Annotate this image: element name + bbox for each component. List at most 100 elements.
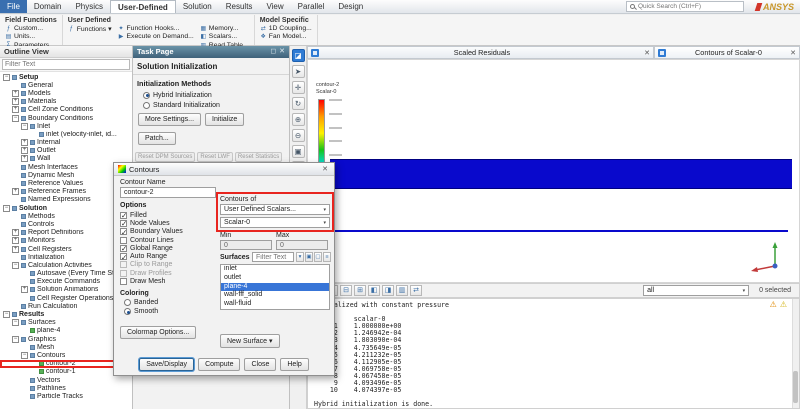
surface-select-all-icon[interactable]: ▣ — [305, 252, 313, 262]
console-panel[interactable]: initialized with constant pressure scala… — [307, 298, 800, 409]
ribbon-tab[interactable]: Results — [219, 0, 260, 13]
ribbon-tab[interactable]: File — [0, 0, 27, 13]
ribbon-tab[interactable]: Solution — [176, 0, 219, 13]
tree-item[interactable]: + Models — [0, 89, 132, 97]
graphics-window-tab-residuals[interactable]: Scaled Residuals — [307, 46, 654, 59]
units-button[interactable]: ▤ Units... — [5, 33, 55, 40]
tree-expander-icon[interactable]: − — [3, 311, 10, 319]
ribbon-tab[interactable]: View — [259, 0, 290, 13]
pan-icon[interactable]: ✛ — [291, 81, 305, 94]
ribbon-tab[interactable]: Design — [331, 0, 370, 13]
window-left-icon[interactable]: ◧ — [368, 285, 380, 296]
tree-filter-input[interactable] — [2, 59, 130, 70]
console-scrollbar[interactable] — [792, 299, 799, 408]
new-surface-button[interactable]: New Surface ▾ — [220, 334, 280, 348]
display-filter-dropdown[interactable]: all ▾ — [643, 285, 750, 296]
option-checkbox[interactable]: Contour Lines — [120, 236, 216, 244]
tree-expander-icon[interactable]: − — [12, 319, 19, 327]
zoom-out-icon[interactable]: ⊖ — [291, 129, 305, 142]
close-icon[interactable] — [320, 165, 330, 173]
tree-expander-icon[interactable]: − — [3, 73, 10, 81]
pointer-icon[interactable]: ➤ — [291, 65, 305, 78]
field-category-dropdown[interactable]: User Defined Scalars... — [220, 204, 330, 215]
option-checkbox[interactable]: Auto Range — [120, 252, 216, 262]
surface-list-item[interactable]: inlet — [221, 265, 329, 274]
initialization-method-radio[interactable]: Hybrid Initialization — [133, 90, 289, 100]
tree-item[interactable]: + Materials — [0, 98, 132, 106]
surface-list-item[interactable]: plane-4 — [221, 282, 329, 292]
surface-group-icon[interactable]: ≡ — [323, 252, 331, 262]
tree-item[interactable]: + Cell Zone Conditions — [0, 106, 132, 114]
tree-item[interactable]: inlet (velocity-inlet, id... — [0, 130, 132, 138]
tree-item[interactable]: General — [0, 81, 132, 89]
panel-close-icon[interactable]: ✕ — [279, 46, 285, 58]
window-sync-icon[interactable]: ⇄ — [410, 285, 422, 296]
window-split-vertical-icon[interactable]: ⊟ — [340, 285, 352, 296]
dialog-footer-button[interactable]: Help — [280, 358, 309, 371]
tree-expander-icon[interactable]: − — [12, 114, 19, 122]
scalars-button[interactable]: ◧ Scalars... — [200, 33, 249, 40]
1d-coupling-button[interactable]: ⇄ 1D Coupling... — [260, 25, 312, 32]
field-variable-dropdown[interactable]: Scalar-0 — [220, 217, 330, 228]
quick-search-box[interactable] — [625, 1, 744, 12]
search-input[interactable] — [637, 3, 740, 10]
surface-filter-menu-icon[interactable]: ▾ — [296, 252, 304, 262]
tree-item[interactable]: Pathlines — [0, 384, 132, 392]
tree-expander-icon[interactable]: + — [12, 245, 19, 253]
tree-expander-icon[interactable]: + — [12, 229, 19, 237]
tree-item[interactable]: + Outlet — [0, 147, 132, 155]
surfaces-filter-input[interactable] — [252, 252, 294, 262]
tree-expander-icon[interactable]: − — [12, 261, 19, 269]
patch-button[interactable]: Patch... — [138, 132, 176, 145]
tree-item[interactable]: Particle Tracks — [0, 392, 132, 400]
initialization-method-radio[interactable]: Standard Initialization — [133, 100, 289, 110]
tree-item[interactable]: Vectors — [0, 376, 132, 384]
rotate-icon[interactable]: ↻ — [291, 97, 305, 110]
dialog-footer-button[interactable]: Save/Display — [139, 358, 195, 371]
tree-expander-icon[interactable]: − — [12, 335, 19, 343]
tree-expander-icon[interactable]: − — [21, 122, 28, 130]
tree-item[interactable]: − Boundary Conditions — [0, 114, 132, 122]
fit-to-window-icon[interactable]: ▣ — [291, 145, 305, 158]
window-save-icon[interactable]: ▥ — [396, 285, 408, 296]
custom-button[interactable]: ƒ Custom... — [5, 25, 55, 32]
graphics-canvas[interactable]: contour-2 Scalar-0 — [307, 59, 800, 283]
scrollbar-thumb[interactable] — [793, 371, 798, 403]
functions-menu-button[interactable]: ƒ Functions ▾ — [68, 25, 112, 33]
execute-on-demand-button[interactable]: ▶ Execute on Demand... — [118, 33, 194, 40]
dialog-footer-button[interactable]: Close — [244, 358, 277, 371]
tree-expander-icon[interactable]: + — [21, 286, 28, 294]
caution-icon[interactable]: ⚠ — [780, 300, 787, 309]
surface-clear-selection-icon[interactable]: ▢ — [314, 252, 322, 262]
dialog-footer-button[interactable]: Compute — [198, 358, 241, 371]
initialize-button[interactable]: Initialize — [205, 113, 245, 126]
zoom-in-icon[interactable]: ⊕ — [291, 113, 305, 126]
tree-expander-icon[interactable]: + — [12, 98, 19, 106]
ribbon-tab[interactable]: User-Defined — [110, 0, 176, 13]
panel-undock-icon[interactable]: ◻ — [270, 46, 276, 58]
surfaces-list[interactable]: inlet outlet plane-4 wall-fff_solid wall-flu… — [220, 264, 330, 310]
tree-expander-icon[interactable]: − — [21, 351, 28, 359]
option-checkbox[interactable]: Boundary Values — [120, 228, 216, 237]
ribbon-tab[interactable]: Parallel — [291, 0, 332, 13]
tree-expander-icon[interactable]: + — [21, 147, 28, 155]
option-checkbox[interactable]: Filled — [120, 211, 216, 220]
graphics-window-tab-contours[interactable]: Contours of Scalar-0 — [654, 46, 800, 59]
ribbon-tab[interactable]: Domain — [27, 0, 69, 13]
option-checkbox[interactable]: Draw Profiles — [120, 269, 216, 277]
more-settings-button[interactable]: More Settings... — [138, 113, 202, 126]
memory-button[interactable]: ▦ Memory... — [200, 25, 249, 32]
window-dock-icon[interactable]: ◪ — [291, 49, 305, 62]
close-icon[interactable] — [788, 49, 798, 57]
tree-item[interactable]: − Inlet — [0, 122, 132, 130]
window-right-icon[interactable]: ◨ — [382, 285, 394, 296]
option-checkbox[interactable]: Draw Mesh — [120, 277, 216, 286]
close-icon[interactable] — [642, 49, 652, 57]
window-grid-icon[interactable]: ⊞ — [354, 285, 366, 296]
surface-list-item[interactable]: wall-fff_solid — [221, 291, 329, 300]
tree-expander-icon[interactable]: + — [12, 237, 19, 245]
ribbon-tab[interactable]: Physics — [68, 0, 110, 13]
coloring-radio[interactable]: Banded — [124, 298, 158, 307]
tree-expander-icon[interactable]: + — [21, 139, 28, 147]
option-checkbox[interactable]: Node Values — [120, 219, 216, 228]
